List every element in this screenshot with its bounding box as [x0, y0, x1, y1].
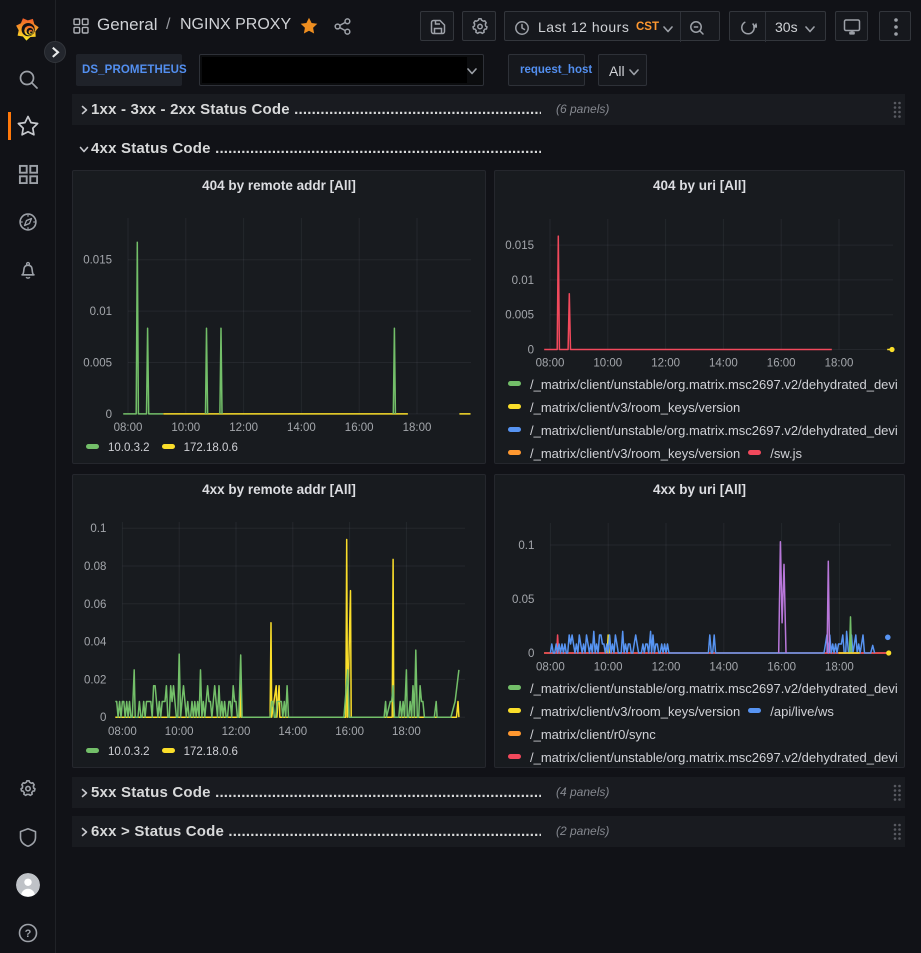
svg-text:14:00: 14:00 [278, 726, 307, 738]
svg-text:12:00: 12:00 [222, 726, 251, 738]
svg-text:0.06: 0.06 [84, 599, 106, 611]
svg-text:08:00: 08:00 [108, 726, 137, 738]
svg-text:0.005: 0.005 [83, 358, 112, 370]
svg-text:0: 0 [528, 648, 534, 660]
svg-text:10:00: 10:00 [171, 422, 200, 434]
svg-text:14:00: 14:00 [709, 662, 738, 674]
svg-text:10:00: 10:00 [593, 358, 622, 370]
svg-text:0.015: 0.015 [505, 240, 534, 252]
svg-text:12:00: 12:00 [651, 358, 680, 370]
svg-text:?: ? [25, 928, 32, 940]
svg-text:18:00: 18:00 [825, 358, 854, 370]
svg-text:18:00: 18:00 [403, 422, 432, 434]
svg-text:0.05: 0.05 [512, 594, 534, 606]
svg-text:0.04: 0.04 [84, 637, 107, 649]
svg-text:0.005: 0.005 [505, 310, 534, 322]
svg-text:0.01: 0.01 [512, 275, 534, 287]
svg-text:0: 0 [100, 712, 106, 724]
svg-text:10:00: 10:00 [165, 726, 194, 738]
svg-text:14:00: 14:00 [709, 358, 738, 370]
svg-text:16:00: 16:00 [335, 726, 364, 738]
svg-text:0.1: 0.1 [90, 523, 106, 535]
svg-text:0: 0 [106, 409, 112, 421]
svg-text:08:00: 08:00 [536, 662, 565, 674]
svg-text:0.015: 0.015 [83, 255, 112, 267]
svg-text:0: 0 [528, 345, 534, 357]
svg-text:16:00: 16:00 [345, 422, 374, 434]
svg-text:10:00: 10:00 [594, 662, 623, 674]
svg-text:14:00: 14:00 [287, 422, 316, 434]
svg-text:0.1: 0.1 [518, 540, 534, 552]
svg-text:12:00: 12:00 [652, 662, 681, 674]
svg-text:16:00: 16:00 [767, 662, 796, 674]
svg-text:16:00: 16:00 [767, 358, 796, 370]
svg-text:12:00: 12:00 [229, 422, 258, 434]
svg-text:08:00: 08:00 [536, 358, 565, 370]
svg-text:08:00: 08:00 [114, 422, 143, 434]
svg-text:18:00: 18:00 [825, 662, 854, 674]
svg-text:0.08: 0.08 [84, 561, 106, 573]
svg-text:0.01: 0.01 [90, 306, 112, 318]
svg-text:0.02: 0.02 [84, 674, 106, 686]
svg-text:18:00: 18:00 [392, 726, 421, 738]
